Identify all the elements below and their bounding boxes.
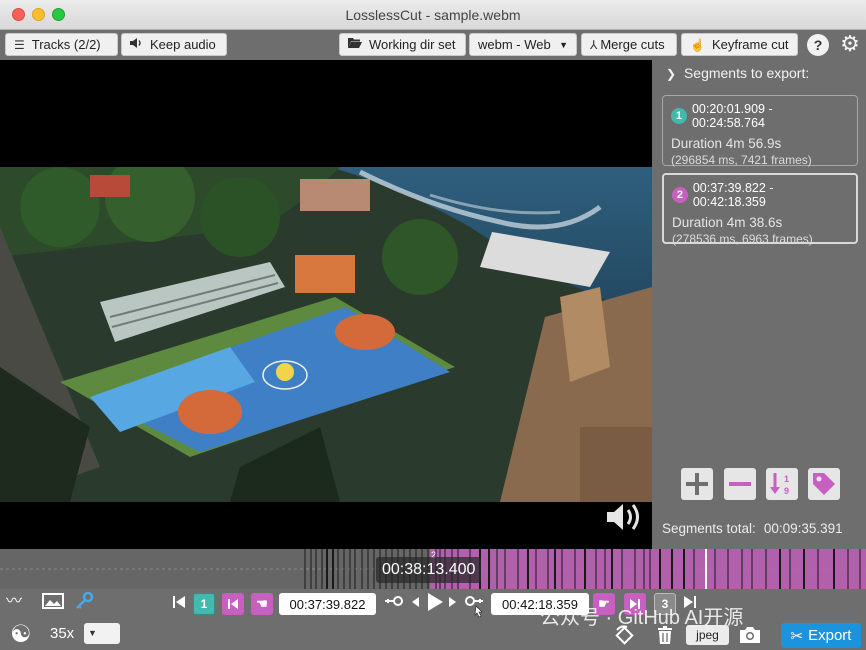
segment-detail: (278536 ms, 6963 frames) (672, 232, 813, 246)
segments-total-value: 00:09:35.391 (763, 521, 843, 536)
minus-icon (729, 482, 751, 486)
segment-item[interactable]: 1 00:20:01.909 - 00:24:58.764 Duration 4… (662, 95, 858, 167)
camera-icon[interactable] (739, 626, 761, 650)
remove-segment-button[interactable] (724, 468, 756, 500)
step-back-icon (228, 599, 238, 609)
keyframe-forward-icon[interactable] (464, 594, 486, 624)
gear-icon[interactable]: ⚙ (839, 33, 861, 55)
tracks-button[interactable]: ☰ Tracks (2/2) (5, 33, 118, 56)
hand-pointer-icon: ☚ (256, 596, 268, 611)
bottom-controls: 〰 1 ☚ 00:37:39.822 00:42:18.359 ☛ 3 ☯ 35… (0, 589, 866, 650)
volume-icon[interactable] (604, 500, 642, 534)
chevron-right-icon: ❯ (666, 67, 677, 81)
tracks-label: Tracks (2/2) (31, 37, 101, 52)
segment-detail: (296854 ms, 7421 frames) (671, 153, 812, 167)
trash-icon[interactable] (656, 625, 674, 650)
merge-cuts-button[interactable]: ⅄ Merge cuts (581, 33, 677, 56)
speaker-icon (130, 37, 143, 52)
label-segment-button[interactable] (808, 468, 840, 500)
set-cut-start-button[interactable]: ☚ (251, 593, 273, 615)
video-frame (0, 167, 652, 502)
merge-icon: ⅄ (590, 37, 598, 52)
cut-start-time-input[interactable]: 00:37:39.822 (279, 593, 376, 615)
add-segment-button[interactable] (681, 468, 713, 500)
segment-duration: Duration 4m 38.6s (672, 215, 783, 230)
segments-total-label: Segments total: (662, 521, 756, 536)
segments-total: Segments total: 00:09:35.391 (662, 521, 843, 536)
svg-text:9: 9 (784, 486, 789, 496)
jump-cut-start-button[interactable] (222, 593, 244, 615)
segments-header[interactable]: ❯ Segments to export: (666, 65, 809, 81)
frame-back-icon[interactable] (410, 595, 420, 615)
scissors-icon: ✂ (790, 627, 804, 645)
title-bar: LosslessCut - sample.webm (0, 0, 866, 30)
key-icon[interactable] (74, 591, 94, 616)
working-dir-button[interactable]: Working dir set (339, 33, 466, 56)
video-player[interactable] (0, 60, 652, 549)
tag-icon (813, 473, 835, 495)
merge-cuts-label: Merge cuts (600, 37, 665, 52)
help-button[interactable]: ? (807, 34, 829, 56)
chevron-down-icon: ▼ (559, 39, 568, 50)
hand-pointer-icon: ☝ (690, 37, 705, 52)
sort-segments-button[interactable]: 19 (766, 468, 798, 500)
frame-forward-icon[interactable] (448, 595, 458, 615)
keep-audio-label: Keep audio (150, 37, 216, 52)
zoom-level: 35x (50, 625, 75, 642)
segment-number-badge: 2 (672, 187, 688, 203)
window-title: LosslessCut - sample.webm (345, 7, 521, 23)
keyframe-cut-label: Keyframe cut (711, 37, 789, 52)
segment-range: 00:37:39.822 - 00:42:18.359 (692, 181, 774, 209)
segment-2-range[interactable] (430, 549, 866, 589)
segment-number-badge: 1 (671, 108, 687, 124)
capture-format-button[interactable]: jpeg (686, 625, 729, 645)
segments-header-label: Segments to export: (683, 65, 810, 81)
keep-audio-button[interactable]: Keep audio (121, 33, 227, 56)
export-button[interactable]: ✂ Export (781, 623, 861, 648)
select-prev-segment-button[interactable]: 1 (193, 593, 215, 615)
sort-numeric-icon: 19 (770, 473, 789, 496)
keyframe-back-icon[interactable] (384, 594, 404, 614)
yin-yang-icon[interactable]: ☯ (10, 622, 32, 648)
segment-item-selected[interactable]: 2 00:37:39.822 - 00:42:18.359 Duration 4… (662, 173, 858, 246)
output-format-select[interactable]: webm - Web ▼ (469, 33, 577, 56)
top-toolbar: ☰ Tracks (2/2) Keep audio Working dir se… (0, 30, 866, 60)
skip-to-start-icon[interactable] (172, 594, 186, 616)
export-label: Export (808, 627, 852, 644)
segments-panel: ❯ Segments to export: 1 00:20:01.909 - 0… (652, 60, 866, 549)
plus-icon (686, 473, 708, 495)
zoom-select[interactable]: ▼ (84, 623, 120, 644)
chevron-down-icon: ▼ (88, 628, 97, 638)
waveform-icon[interactable]: 〰 (6, 592, 22, 612)
folder-open-icon (348, 37, 362, 52)
rotate-icon[interactable] (613, 624, 637, 650)
svg-text:1: 1 (784, 474, 789, 484)
segment-duration: Duration 4m 56.9s (671, 136, 782, 151)
keyframe-cut-button[interactable]: ☝ Keyframe cut (681, 33, 798, 56)
segment-range: 00:20:01.909 - 00:24:58.764 (691, 102, 773, 130)
list-icon: ☰ (14, 37, 25, 52)
image-icon[interactable] (42, 592, 64, 616)
play-icon[interactable] (426, 591, 444, 619)
app-window: LosslessCut - sample.webm ☰ Tracks (2/2)… (0, 0, 866, 650)
working-dir-label: Working dir set (369, 37, 456, 52)
current-time-display: 00:38:13.400 (376, 557, 482, 583)
output-format-value: webm - Web (478, 37, 551, 52)
